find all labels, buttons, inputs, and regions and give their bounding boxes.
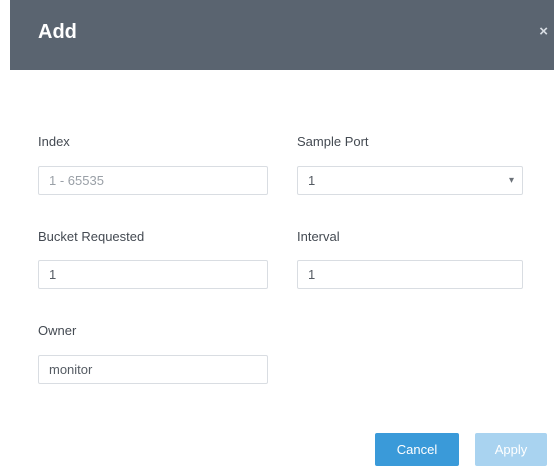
chevron-down-icon: ▾ xyxy=(508,175,514,186)
sample-port-select[interactable]: 1 ▾ xyxy=(297,166,523,195)
bucket-requested-input[interactable]: 1 xyxy=(38,260,268,289)
sample-port-label: Sample Port xyxy=(297,134,369,149)
cancel-button[interactable]: Cancel xyxy=(375,433,459,466)
dialog-header: Add × xyxy=(10,0,554,70)
close-icon[interactable]: × xyxy=(539,24,548,39)
owner-input[interactable]: monitor xyxy=(38,355,268,384)
index-label: Index xyxy=(38,134,70,149)
bucket-requested-label: Bucket Requested xyxy=(38,229,145,244)
interval-input[interactable]: 1 xyxy=(297,260,523,289)
interval-label: Interval xyxy=(297,229,340,244)
dialog-title: Add xyxy=(38,21,77,43)
index-input[interactable]: 1 - 65535 xyxy=(38,166,268,195)
apply-button[interactable]: Apply xyxy=(475,433,547,466)
add-dialog: Add × Index 1 - 65535 Sample Port 1 ▾ Bu… xyxy=(0,0,554,474)
sample-port-value: 1 xyxy=(308,173,316,188)
owner-label: Owner xyxy=(38,323,77,338)
